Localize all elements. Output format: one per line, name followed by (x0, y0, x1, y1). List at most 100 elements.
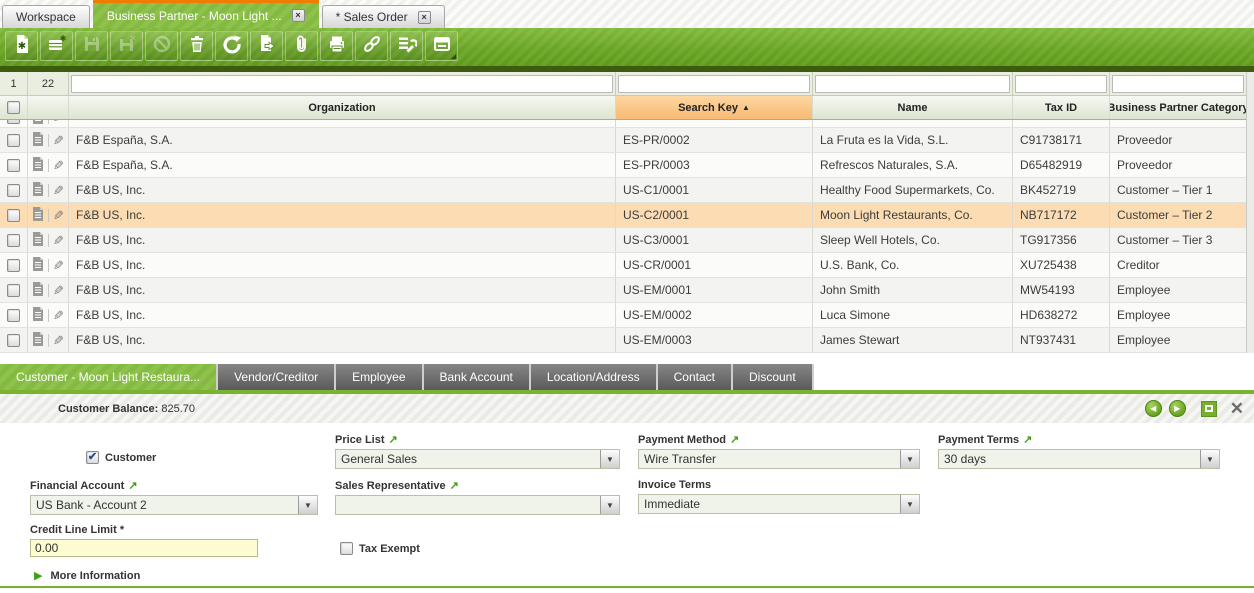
new-record-button[interactable]: ✱ (5, 31, 38, 61)
save-icon (82, 34, 102, 59)
edit-record-icon[interactable]: ✎ (53, 284, 64, 297)
grid-scrollbar[interactable] (1246, 72, 1254, 353)
view-record-icon[interactable] (32, 307, 44, 324)
undo-button[interactable] (145, 31, 178, 61)
refresh-button[interactable] (215, 31, 248, 61)
view-record-icon[interactable] (32, 132, 44, 149)
column-header-category[interactable]: Business Partner Category (1110, 96, 1246, 119)
price-list-select[interactable]: General Sales ▼ (335, 449, 620, 469)
row-checkbox[interactable] (7, 284, 20, 297)
previous-record-button[interactable]: ◀ (1145, 400, 1162, 417)
row-checkbox[interactable] (7, 159, 20, 172)
close-form-button[interactable]: ✕ (1230, 400, 1244, 417)
view-record-icon[interactable] (32, 157, 44, 174)
close-icon[interactable]: × (292, 9, 305, 22)
next-record-button[interactable]: ▶ (1169, 400, 1186, 417)
credit-line-limit-input[interactable]: 0.00 (30, 539, 258, 557)
edit-record-icon[interactable]: ✎ (53, 134, 64, 147)
column-header-search-key[interactable]: Search Key▲ (616, 96, 813, 119)
tab-location-address[interactable]: Location/Address (531, 364, 658, 390)
table-row-partial[interactable]: ✎ (0, 120, 1246, 128)
tab-discount[interactable]: Discount (733, 364, 814, 390)
filter-input-category[interactable] (1112, 75, 1244, 93)
edit-record-icon[interactable]: ✎ (53, 184, 64, 197)
table-row[interactable]: ✎ F&B US, Inc. US-C1/0001 Healthy Food S… (0, 178, 1246, 203)
tax-exempt-checkbox[interactable]: ✔ (340, 542, 353, 555)
view-record-icon[interactable] (32, 232, 44, 249)
financial-account-select[interactable]: US Bank - Account 2 ▼ (30, 495, 318, 515)
filter-input-name[interactable] (815, 75, 1010, 93)
dropdown-arrow-icon[interactable]: ▼ (600, 450, 619, 468)
column-header-name[interactable]: Name (813, 96, 1013, 119)
table-row[interactable]: ✎ F&B España, S.A. ES-PR/0002 La Fruta e… (0, 128, 1246, 153)
row-checkbox[interactable] (7, 234, 20, 247)
edit-record-icon[interactable]: ✎ (53, 259, 64, 272)
link-button[interactable] (355, 31, 388, 61)
save-and-close-button[interactable]: ✕ (110, 31, 143, 61)
view-record-icon[interactable] (32, 207, 44, 224)
tab-employee[interactable]: Employee (336, 364, 423, 390)
dropdown-arrow-icon[interactable]: ▼ (298, 496, 317, 514)
edit-record-icon[interactable]: ✎ (53, 334, 64, 347)
tab-business-partner[interactable]: Business Partner - Moon Light ... × (93, 0, 319, 28)
payment-method-select[interactable]: Wire Transfer ▼ (638, 449, 920, 469)
delete-button[interactable] (180, 31, 213, 61)
new-row-button[interactable]: ✱ (40, 31, 73, 61)
filter-input-tax-id[interactable] (1015, 75, 1107, 93)
processes-button[interactable] (390, 31, 423, 61)
tab-customer[interactable]: Customer - Moon Light Restaura... (0, 364, 218, 390)
tab-sales-order[interactable]: * Sales Order × (322, 5, 445, 28)
table-row[interactable]: ✎ F&B US, Inc. US-CR/0001 U.S. Bank, Co.… (0, 253, 1246, 278)
column-header-tax-id[interactable]: Tax ID (1013, 96, 1110, 119)
tab-contact[interactable]: Contact (658, 364, 733, 390)
edit-record-icon[interactable]: ✎ (53, 309, 64, 322)
export-button[interactable] (250, 31, 283, 61)
column-header-organization[interactable]: Organization (69, 96, 616, 119)
table-row[interactable]: ✎ F&B US, Inc. US-EM/0002 Luca Simone HD… (0, 303, 1246, 328)
print-button[interactable] (320, 31, 353, 61)
filter-input-organization[interactable] (71, 75, 613, 93)
link-arrow-icon[interactable]: ↗ (128, 480, 137, 492)
more-information-expander[interactable]: ▶ More Information (34, 569, 140, 582)
row-checkbox[interactable] (7, 134, 20, 147)
dropdown-arrow-icon[interactable]: ▼ (1200, 450, 1219, 468)
invoice-terms-select[interactable]: Immediate ▼ (638, 494, 920, 514)
select-all-checkbox[interactable]: ✔ (7, 101, 20, 114)
table-row[interactable]: ✎ F&B US, Inc. US-C2/0001 Moon Light Res… (0, 203, 1246, 228)
filter-input-search-key[interactable] (618, 75, 810, 93)
tab-bank-account[interactable]: Bank Account (424, 364, 531, 390)
view-record-icon[interactable] (32, 257, 44, 274)
customer-checkbox[interactable]: ✔ (86, 451, 99, 464)
link-arrow-icon[interactable]: ↗ (1023, 434, 1032, 446)
close-icon[interactable]: × (418, 11, 431, 24)
save-button[interactable] (75, 31, 108, 61)
row-checkbox[interactable] (7, 184, 20, 197)
maximize-button[interactable] (1201, 401, 1217, 417)
table-row[interactable]: ✎ F&B US, Inc. US-EM/0003 James Stewart … (0, 328, 1246, 353)
tab-vendor-creditor[interactable]: Vendor/Creditor (218, 364, 336, 390)
dropdown-arrow-icon[interactable]: ▼ (900, 450, 919, 468)
table-row[interactable]: ✎ F&B España, S.A. ES-PR/0003 Refrescos … (0, 153, 1246, 178)
sales-representative-select[interactable]: ▼ (335, 495, 620, 515)
attachments-button[interactable] (285, 31, 318, 61)
link-arrow-icon[interactable]: ↗ (389, 434, 398, 446)
payment-terms-select[interactable]: 30 days ▼ (938, 449, 1220, 469)
edit-record-icon[interactable]: ✎ (53, 209, 64, 222)
row-checkbox[interactable] (7, 334, 20, 347)
row-checkbox[interactable] (7, 259, 20, 272)
table-row[interactable]: ✎ F&B US, Inc. US-EM/0001 John Smith MW5… (0, 278, 1246, 303)
view-record-icon[interactable] (32, 182, 44, 199)
edit-record-icon[interactable]: ✎ (53, 159, 64, 172)
link-arrow-icon[interactable]: ↗ (730, 434, 739, 446)
edit-record-icon[interactable]: ✎ (53, 234, 64, 247)
view-record-icon[interactable] (32, 332, 44, 349)
view-record-icon[interactable] (32, 282, 44, 299)
link-arrow-icon[interactable]: ↗ (450, 480, 459, 492)
row-checkbox[interactable] (7, 209, 20, 222)
dropdown-arrow-icon[interactable]: ▼ (600, 496, 619, 514)
row-checkbox[interactable] (7, 309, 20, 322)
dropdown-arrow-icon[interactable]: ▼ (900, 495, 919, 513)
tab-workspace[interactable]: Workspace (2, 5, 90, 28)
table-row[interactable]: ✎ F&B US, Inc. US-C3/0001 Sleep Well Hot… (0, 228, 1246, 253)
toggle-view-button[interactable] (425, 31, 458, 61)
